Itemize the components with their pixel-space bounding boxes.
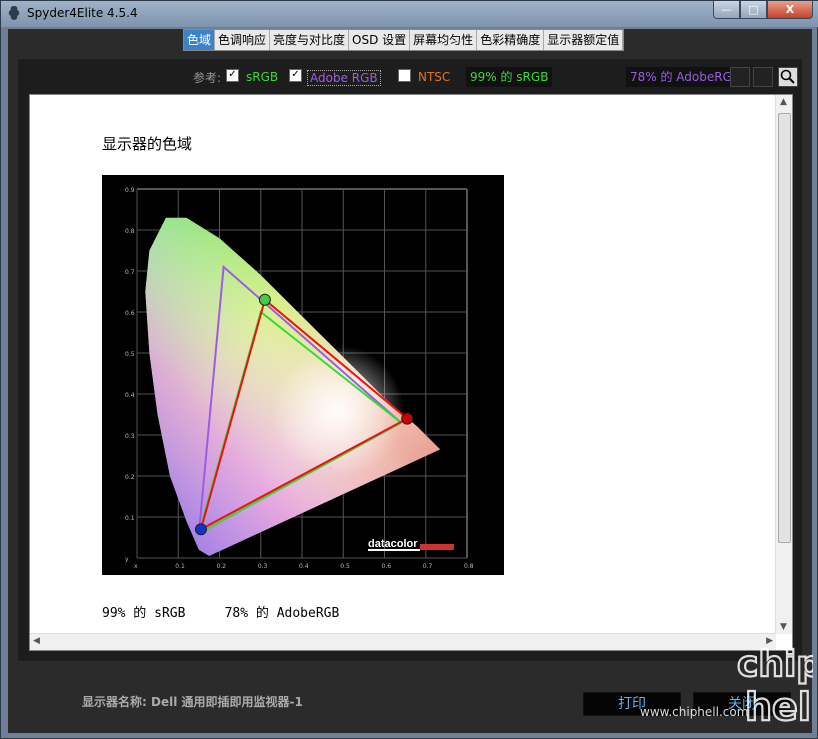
horizontal-scrollbar[interactable]: ◀ ▶ [30,633,776,650]
tab-monitor-rating[interactable]: 显示器额定值 [544,30,624,50]
tab-bar: 色域 色调响应 亮度与对比度 OSD 设置 屏幕均匀性 色彩精确度 显示器额定值 [183,29,625,51]
maximize-button[interactable]: □ [740,1,767,19]
app-window: Spyder4Elite 4.5.4 — □ X 色域 色调响应 亮度与对比度 … [0,0,818,739]
primary-point [401,412,414,425]
view-mode-icon[interactable] [730,67,750,87]
gamut-chart-svg: 0.9 0.8 0.7 0.6 0.5 0.4 0.3 0.2 0.1 yx 0.1 0.2 0.3 0.… [125,187,474,570]
primary-point [194,523,207,536]
x-tick-label: x [134,563,138,570]
minimize-button[interactable]: — [713,1,740,19]
y-tick-label: 0.5 [125,351,135,358]
x-tick-label: 0.2 [217,563,227,570]
adobe-checkbox[interactable]: ✓ [289,69,302,82]
y-tick-label: 0.3 [125,433,135,440]
reference-label: 参考: [193,71,222,85]
scroll-left-icon[interactable]: ◀ [33,636,40,646]
srgb-coverage-stat: 99% 的 sRGB [466,67,553,87]
window-title: Spyder4Elite 4.5.4 [27,6,138,20]
ntsc-checkbox[interactable] [398,69,411,82]
report-view: 显示器的色域 0.9 0.8 0.7 0.6 0.5 0.4 0.3 0.2 0… [29,94,793,651]
title-bar[interactable]: Spyder4Elite 4.5.4 — □ X [1,1,818,27]
datacolor-underline [368,549,420,551]
tab-tone-response[interactable]: 色调响应 [215,30,271,50]
x-tick-label: 0.8 [464,563,474,570]
monitor-name: 显示器名称: Dell 通用即插即用监视器-1 [82,695,303,709]
datacolor-logo: datacolor [368,538,418,550]
watermark-url: www.chiphell.com [640,705,749,719]
y-tick-label: 0.6 [125,310,135,317]
y-tick-label: y [125,556,129,563]
scroll-down-icon[interactable]: ▼ [780,622,787,632]
client-area: 色域 色调响应 亮度与对比度 OSD 设置 屏幕均匀性 色彩精确度 显示器额定值… [8,29,812,733]
adobe-coverage-stat: 78% 的 AdobeRGB [626,67,745,87]
scroll-up-icon[interactable]: ▲ [780,97,787,107]
gamut-result-text: 99% 的 sRGB 78% 的 AdobeRGB [102,606,340,621]
x-tick-label: 0.6 [382,563,392,570]
tab-color-accuracy[interactable]: 色彩精确度 [477,30,545,50]
app-icon [8,6,20,20]
gamut-chart: 0.9 0.8 0.7 0.6 0.5 0.4 0.3 0.2 0.1 y x 0.1 0.2 0.3 0.… [102,175,504,575]
primary-point [258,293,271,306]
tab-uniformity[interactable]: 屏幕均匀性 [410,30,478,50]
white-point-glow [217,290,437,510]
srgb-checkbox[interactable]: ✓ [226,69,239,82]
adobe-label[interactable]: Adobe RGB [307,70,381,86]
srgb-label[interactable]: sRGB [246,70,278,84]
y-tick-label: 0.9 [125,187,135,194]
gamut-panel: 参考: ✓ sRGB ✓ Adobe RGB NTSC 99% 的 sRGB 7… [18,59,802,661]
vertical-scroll-thumb[interactable] [778,113,791,543]
svg-text:hell: hell [745,685,813,729]
y-tick-label: 0.1 [125,515,135,522]
y-tick-label: 0.7 [125,269,135,276]
y-tick-label: 0.4 [125,392,135,399]
svg-text:chip: chip [737,644,813,685]
reference-bar: 参考: ✓ sRGB ✓ Adobe RGB NTSC 99% 的 sRGB 7… [18,65,802,89]
ntsc-label[interactable]: NTSC [418,70,450,84]
x-tick-label: 0.1 [175,563,185,570]
y-tick-label: 0.2 [125,474,135,481]
tab-brightness-contrast[interactable]: 亮度与对比度 [270,30,350,50]
tab-osd-settings[interactable]: OSD 设置 [349,30,411,50]
x-tick-label: 0.7 [423,563,433,570]
tab-gamut[interactable]: 色域 [184,30,216,50]
x-tick-label: 0.4 [299,563,309,570]
zoom-icon[interactable] [778,67,798,87]
close-window-button[interactable]: X [767,1,813,19]
vertical-scrollbar[interactable]: ▲ ▼ [775,95,792,634]
x-tick-label: 0.3 [258,563,268,570]
grid-mode-icon[interactable] [753,67,773,87]
datacolor-bar [420,544,454,550]
page-title: 显示器的色域 [102,135,193,153]
y-tick-label: 0.8 [125,228,135,235]
x-tick-label: 0.5 [340,563,350,570]
